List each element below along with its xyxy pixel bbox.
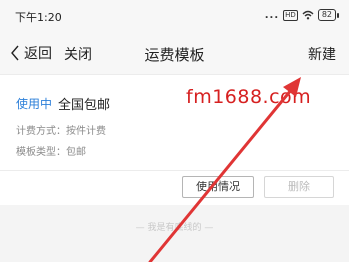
divider [0, 170, 349, 171]
watermark-text: fm1688.com [186, 86, 312, 108]
delete-button[interactable]: 删除 [264, 176, 334, 198]
template-name: 全国包邮 [58, 98, 111, 113]
bottom-line-text: — 我是有底线的 — [135, 223, 214, 233]
page-title: 运费模板 [144, 46, 205, 64]
template-type: 模板类型：包邮 [16, 147, 86, 158]
status-time: 下午1:20 [15, 11, 62, 24]
new-template-button[interactable]: 新建 [308, 44, 336, 64]
status-badge: 使用中 [16, 97, 53, 111]
status-icons: ... HD 82 [265, 9, 339, 21]
battery-tip [337, 12, 339, 18]
nav-bar: 返回 关闭 运费模板 新建 [0, 32, 349, 74]
battery-level: 82 [317, 9, 336, 21]
status-bar: 下午1:20 ... HD 82 [0, 0, 349, 32]
battery-icon: 82 [317, 9, 339, 21]
usage-button[interactable]: 使用情况 [182, 176, 254, 198]
signal-dots-icon: ... [264, 9, 280, 21]
hd-badge: HD [283, 9, 298, 21]
template-title-row: 使用中 全国包邮 [16, 94, 110, 113]
wifi-icon [302, 10, 314, 20]
billing-method: 计费方式：按件计费 [16, 126, 106, 137]
